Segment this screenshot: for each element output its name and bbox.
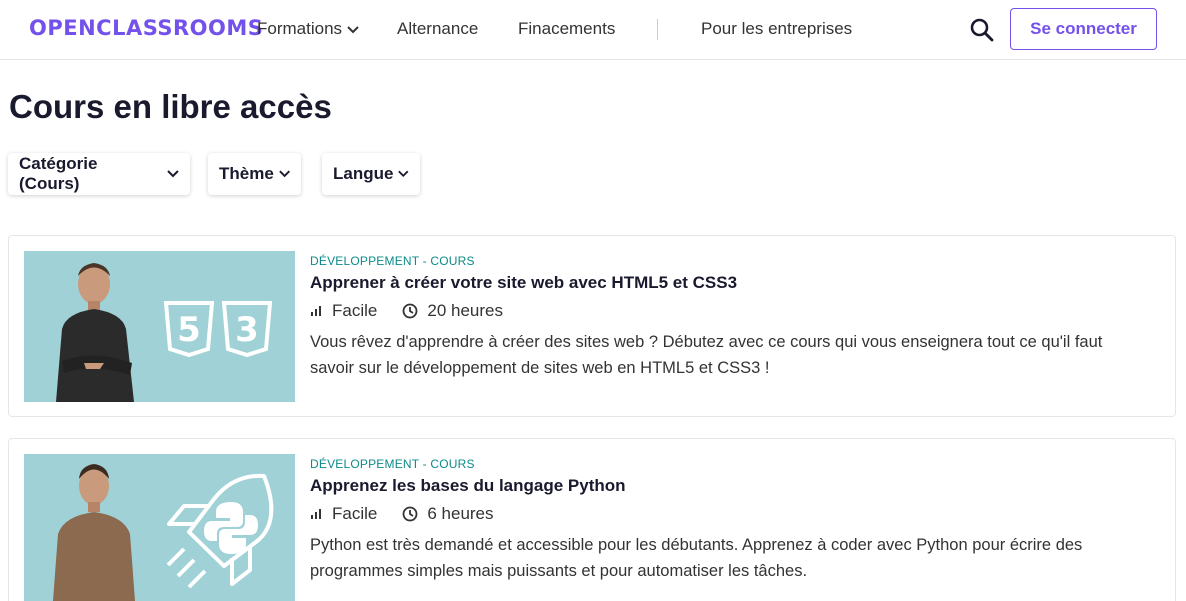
- course-category: DÉVELOPPEMENT - COURS: [310, 457, 475, 471]
- top-navbar: OPENCLASSROOMS Formations Alternance Fin…: [0, 0, 1186, 60]
- search-icon: [970, 18, 994, 42]
- course-thumbnail: 5 3: [24, 251, 295, 402]
- openclassrooms-logo[interactable]: OPENCLASSROOMS: [29, 16, 263, 40]
- difficulty-bars-icon: [311, 509, 321, 519]
- chevron-down-icon: [347, 26, 359, 34]
- nav-financements[interactable]: Finacements: [518, 19, 615, 39]
- course-duration: 6 heures: [427, 504, 494, 523]
- filter-language[interactable]: Langue: [322, 153, 420, 195]
- svg-text:3: 3: [235, 310, 259, 350]
- login-button[interactable]: Se connecter: [1010, 8, 1157, 50]
- filter-category[interactable]: Catégorie (Cours): [8, 153, 190, 195]
- course-description: Vous rêvez d'apprendre à créer des sites…: [310, 333, 1103, 377]
- nav-formations-label: Formations: [257, 19, 343, 38]
- instructor-photo: [56, 263, 134, 402]
- clock-icon: [402, 506, 418, 522]
- css3-icon: 3: [221, 301, 273, 358]
- nav-alternance[interactable]: Alternance: [397, 19, 478, 39]
- course-description: Python est très demandé et accessible po…: [310, 536, 1083, 580]
- course-title[interactable]: Apprenez les bases du langage Python: [310, 476, 626, 496]
- course-thumbnail: [24, 454, 295, 601]
- instructor-photo: [52, 464, 136, 601]
- course-title[interactable]: Apprener à créer votre site web avec HTM…: [310, 273, 737, 293]
- filter-theme[interactable]: Thème: [208, 153, 301, 195]
- filter-language-label: Langue: [333, 164, 394, 183]
- svg-text:5: 5: [177, 310, 201, 350]
- difficulty-bars-icon: [311, 306, 321, 316]
- filter-theme-label: Thème: [219, 164, 274, 183]
- course-stats: Facile 20 heures: [310, 301, 503, 321]
- search-button[interactable]: [969, 17, 995, 43]
- nav-formations[interactable]: Formations: [257, 19, 360, 39]
- course-category: DÉVELOPPEMENT - COURS: [310, 254, 475, 268]
- course-level: Facile: [332, 504, 378, 523]
- course-level: Facile: [332, 301, 378, 320]
- clock-icon: [402, 303, 418, 319]
- page-title: Cours en libre accès: [9, 88, 332, 125]
- course-card[interactable]: DÉVELOPPEMENT - COURS Apprenez les bases…: [8, 438, 1176, 601]
- nav-entreprises[interactable]: Pour les entreprises: [701, 19, 852, 39]
- chevron-down-icon: [167, 170, 179, 178]
- filter-category-label: Catégorie (Cours): [19, 154, 98, 193]
- chevron-down-icon: [398, 170, 409, 178]
- chevron-down-icon: [279, 170, 290, 178]
- course-duration: 20 heures: [427, 301, 503, 320]
- course-card[interactable]: 5 3 DÉVELOPPEMENT - COURS Apprener à cré…: [8, 235, 1176, 417]
- nav-divider: [657, 19, 658, 40]
- course-stats: Facile 6 heures: [310, 504, 494, 524]
- html5-icon: 5: [163, 301, 215, 358]
